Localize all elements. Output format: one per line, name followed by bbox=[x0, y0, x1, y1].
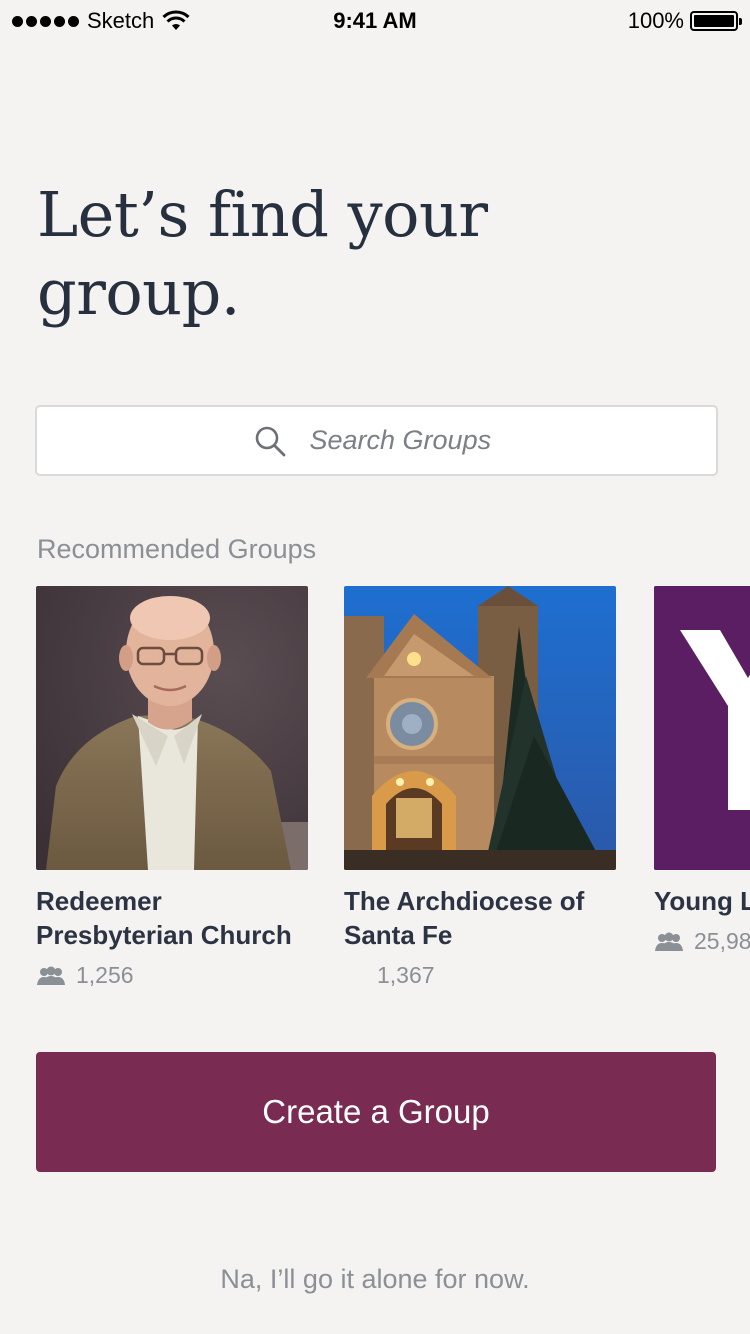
search-bar[interactable] bbox=[35, 405, 718, 476]
recommended-groups-carousel[interactable]: Redeemer Presbyterian Church 1,256 The A… bbox=[0, 586, 750, 996]
member-count: 1,256 bbox=[76, 962, 134, 988]
group-name[interactable]: Young Life bbox=[654, 884, 750, 918]
group-image-cathedral[interactable] bbox=[344, 586, 616, 870]
young-life-logo bbox=[654, 586, 750, 870]
search-icon bbox=[255, 426, 285, 456]
search-input[interactable] bbox=[309, 425, 500, 456]
group-name[interactable]: The Archdiocese of Santa Fe bbox=[344, 884, 616, 952]
status-bar: Sketch 9:41 AM 100% bbox=[0, 0, 750, 40]
battery-icon bbox=[690, 11, 742, 31]
group-name[interactable]: Redeemer Presbyterian Church bbox=[36, 884, 308, 952]
member-count: 1,367 bbox=[377, 962, 435, 988]
group-image-young-life[interactable] bbox=[654, 586, 750, 870]
group-members: 25,987 bbox=[654, 928, 750, 955]
create-group-button[interactable]: Create a Group bbox=[36, 1052, 716, 1172]
cathedral-photo bbox=[344, 586, 616, 870]
group-members: 1,367 bbox=[344, 962, 616, 989]
page-title: Let’s find your group. bbox=[37, 178, 488, 329]
member-count: 25,987 bbox=[694, 928, 750, 954]
group-image-portrait[interactable] bbox=[36, 586, 308, 870]
portrait-photo bbox=[36, 586, 308, 870]
group-card-redeemer[interactable]: Redeemer Presbyterian Church 1,256 bbox=[36, 586, 308, 989]
status-bar-right: 100% bbox=[627, 8, 742, 34]
members-icon bbox=[37, 966, 65, 985]
skip-link[interactable]: Na, I’ll go it alone for now. bbox=[0, 1264, 750, 1295]
app-screen: Sketch 9:41 AM 100% Let’s find your grou… bbox=[0, 0, 750, 1334]
battery-percentage: 100% bbox=[627, 8, 684, 33]
section-heading-recommended: Recommended Groups bbox=[37, 534, 317, 564]
group-card-young-life[interactable]: Young Life 25,987 bbox=[654, 586, 750, 955]
group-members: 1,256 bbox=[36, 962, 308, 989]
members-icon bbox=[655, 932, 683, 951]
group-card-archdiocese[interactable]: The Archdiocese of Santa Fe 1,367 bbox=[344, 586, 616, 989]
